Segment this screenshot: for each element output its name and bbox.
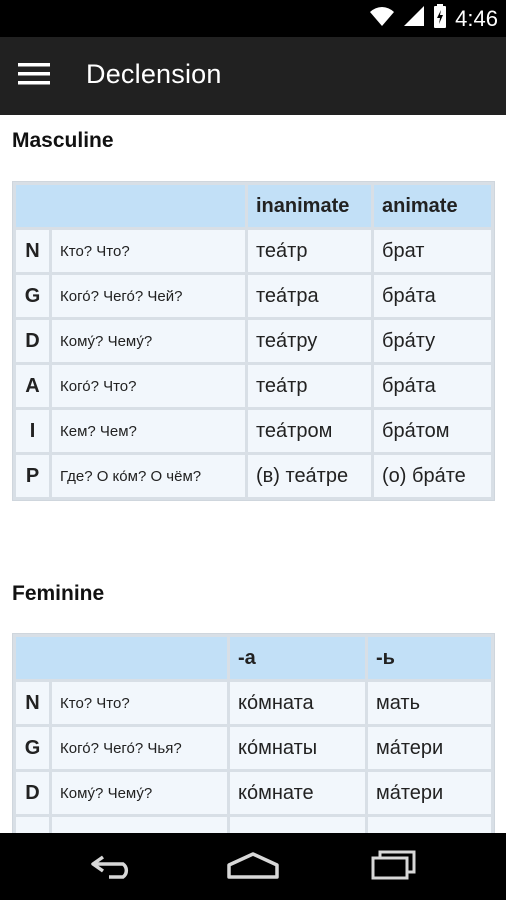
table-header-row: -а -ь: [16, 637, 491, 679]
header-empty-cell: [16, 637, 227, 679]
word-form: бра́та: [374, 275, 491, 317]
case-label: D: [16, 772, 49, 814]
case-label: [16, 817, 49, 833]
column-header: -а: [230, 637, 365, 679]
case-question: Кого́? Чего́? Чей?: [52, 275, 245, 317]
app-title: Declension: [86, 59, 222, 89]
back-icon: [89, 851, 139, 884]
word-form: ко́мната: [230, 682, 365, 724]
case-question: [52, 817, 227, 833]
word-form: теа́тром: [248, 410, 371, 452]
table-row: G Кого́? Чего́? Чей? теа́тра бра́та: [16, 275, 491, 317]
case-label: I: [16, 410, 49, 452]
word-form: теа́тра: [248, 275, 371, 317]
status-time: 4:46: [455, 5, 498, 31]
recents-button[interactable]: [362, 849, 426, 885]
content: Masculine inanimate animate N Кто? Что? …: [0, 115, 506, 833]
case-label: N: [16, 230, 49, 272]
masculine-table: inanimate animate N Кто? Что? теа́тр бра…: [12, 181, 495, 501]
header-empty-cell: [16, 185, 245, 227]
case-label: D: [16, 320, 49, 362]
case-label: A: [16, 365, 49, 407]
case-question: Где? О ко́м? О чём?: [52, 455, 245, 497]
home-icon: [225, 851, 281, 884]
table-row: G Кого́? Чего́? Чья? ко́мнаты ма́тери: [16, 727, 491, 769]
word-form: [230, 817, 365, 833]
table-header-row: inanimate animate: [16, 185, 491, 227]
word-form: (о) бра́те: [374, 455, 491, 497]
case-question: Кого́? Чего́? Чья?: [52, 727, 227, 769]
column-header: -ь: [368, 637, 491, 679]
case-question: Кому́? Чему́?: [52, 320, 245, 362]
word-form: теа́тр: [248, 230, 371, 272]
word-form: [368, 817, 491, 833]
recents-icon: [369, 850, 419, 885]
case-label: N: [16, 682, 49, 724]
table-row: D Кому́? Чему́? теа́тру бра́ту: [16, 320, 491, 362]
word-form: ко́мнаты: [230, 727, 365, 769]
word-form: теа́тру: [248, 320, 371, 362]
section-title-masculine: Masculine: [12, 129, 114, 152]
word-form: брат: [374, 230, 491, 272]
word-form: бра́та: [374, 365, 491, 407]
home-button[interactable]: [221, 849, 285, 885]
navigation-bar: [0, 833, 506, 900]
app-bar: Declension: [0, 37, 506, 115]
battery-icon: [433, 4, 447, 33]
menu-button[interactable]: [16, 58, 52, 94]
word-form: ма́тери: [368, 727, 491, 769]
word-form: бра́том: [374, 410, 491, 452]
case-question: Кого́? Что?: [52, 365, 245, 407]
table-row: N Кто? Что? теа́тр брат: [16, 230, 491, 272]
table-row: I Кем? Чем? теа́тром бра́том: [16, 410, 491, 452]
column-header: animate: [374, 185, 491, 227]
signal-icon: [403, 5, 425, 32]
word-form: (в) теа́тре: [248, 455, 371, 497]
table-row: A Кого́? Что? теа́тр бра́та: [16, 365, 491, 407]
table-row: D Кому́? Чему́? ко́мнате ма́тери: [16, 772, 491, 814]
case-label: G: [16, 727, 49, 769]
word-form: теа́тр: [248, 365, 371, 407]
wifi-icon: [369, 5, 395, 32]
table-row: P Где? О ко́м? О чём? (в) теа́тре (о) бр…: [16, 455, 491, 497]
back-button[interactable]: [82, 849, 146, 885]
hamburger-icon: [18, 62, 50, 90]
word-form: ко́мнате: [230, 772, 365, 814]
feminine-table: -а -ь N Кто? Что? ко́мната мать G Кого́?…: [12, 633, 495, 833]
case-question: Кем? Чем?: [52, 410, 245, 452]
table-row: N Кто? Что? ко́мната мать: [16, 682, 491, 724]
case-label: P: [16, 455, 49, 497]
status-bar: 4:46: [0, 0, 506, 37]
word-form: бра́ту: [374, 320, 491, 362]
case-question: Кому́? Чему́?: [52, 772, 227, 814]
table-row: [16, 817, 491, 833]
word-form: мать: [368, 682, 491, 724]
word-form: ма́тери: [368, 772, 491, 814]
column-header: inanimate: [248, 185, 371, 227]
case-question: Кто? Что?: [52, 682, 227, 724]
section-title-feminine: Feminine: [12, 582, 105, 605]
case-label: G: [16, 275, 49, 317]
case-question: Кто? Что?: [52, 230, 245, 272]
